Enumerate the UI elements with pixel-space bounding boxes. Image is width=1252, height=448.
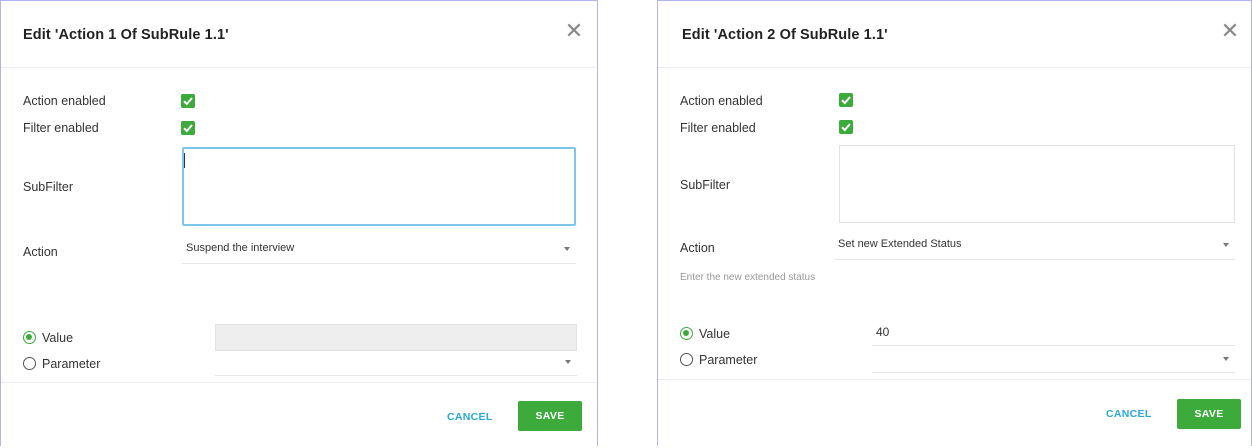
parameter-radio[interactable]: [680, 353, 693, 366]
value-input[interactable]: [215, 324, 577, 351]
cancel-button[interactable]: CANCEL: [1106, 408, 1152, 420]
subfilter-label: SubFilter: [680, 178, 731, 192]
checkmark-icon: [183, 97, 193, 106]
parameter-radio-label: Parameter: [699, 353, 758, 367]
parameter-select[interactable]: [872, 346, 1235, 373]
dialog-footer: CANCEL SAVE: [658, 379, 1251, 445]
dialog-header: Edit 'Action 2 Of SubRule 1.1' ✕: [658, 1, 1251, 68]
parameter-select[interactable]: [215, 349, 577, 376]
save-button[interactable]: SAVE: [1177, 399, 1241, 429]
filter-enabled-label: Filter enabled: [680, 121, 756, 135]
value-input-text: 40: [876, 325, 890, 339]
text-caret: [184, 153, 185, 168]
subfilter-textarea[interactable]: [839, 145, 1235, 223]
dialog-footer: CANCEL SAVE: [1, 382, 597, 448]
action-select-value: Suspend the interview: [186, 242, 295, 254]
edit-action-dialog-2: Edit 'Action 2 Of SubRule 1.1' ✕ Action …: [657, 0, 1252, 446]
dialog-title: Edit 'Action 2 Of SubRule 1.1': [682, 27, 888, 43]
parameter-radio-label: Parameter: [42, 357, 101, 371]
dropdown-arrow-icon: [564, 247, 570, 251]
dropdown-arrow-icon: [565, 360, 571, 364]
checkmark-icon: [183, 124, 193, 133]
dialog-header: Edit 'Action 1 Of SubRule 1.1' ✕: [1, 1, 597, 68]
value-radio[interactable]: [23, 331, 36, 344]
action-enabled-label: Action enabled: [680, 94, 763, 108]
dropdown-arrow-icon: [1223, 357, 1229, 361]
value-input[interactable]: 40: [872, 321, 1235, 346]
action-enabled-checkbox[interactable]: [839, 93, 853, 107]
close-icon[interactable]: ✕: [1219, 21, 1241, 43]
action-select[interactable]: Set new Extended Status: [834, 231, 1235, 260]
parameter-radio[interactable]: [23, 357, 36, 370]
checkmark-icon: [841, 96, 851, 105]
close-icon[interactable]: ✕: [563, 21, 585, 43]
subfilter-label: SubFilter: [23, 180, 74, 194]
action-hint: Enter the new extended status: [680, 272, 816, 283]
dropdown-arrow-icon: [1223, 243, 1229, 247]
cancel-button[interactable]: CANCEL: [447, 411, 493, 423]
action-select[interactable]: Suspend the interview: [182, 235, 576, 264]
value-radio[interactable]: [680, 327, 693, 340]
save-button[interactable]: SAVE: [518, 401, 582, 431]
edit-action-dialog-1: Edit 'Action 1 Of SubRule 1.1' ✕ Action …: [0, 0, 598, 446]
dialog-title: Edit 'Action 1 Of SubRule 1.1': [23, 27, 229, 43]
action-enabled-label: Action enabled: [23, 94, 106, 108]
action-select-value: Set new Extended Status: [838, 238, 962, 250]
value-radio-label: Value: [42, 331, 74, 345]
subfilter-textarea[interactable]: [182, 147, 576, 226]
action-label: Action: [23, 245, 58, 259]
action-label: Action: [680, 241, 715, 255]
filter-enabled-label: Filter enabled: [23, 121, 99, 135]
filter-enabled-checkbox[interactable]: [181, 121, 195, 135]
action-enabled-checkbox[interactable]: [181, 94, 195, 108]
checkmark-icon: [841, 123, 851, 132]
filter-enabled-checkbox[interactable]: [839, 120, 853, 134]
value-radio-label: Value: [699, 327, 731, 341]
